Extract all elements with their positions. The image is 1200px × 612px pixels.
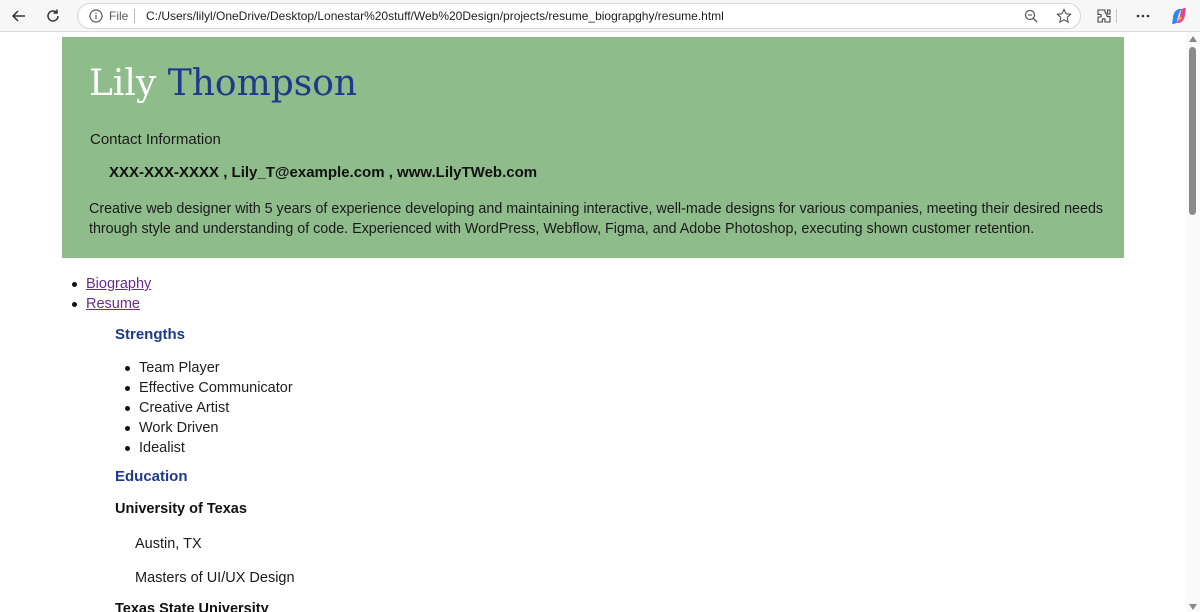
scroll-up-icon[interactable] (1189, 36, 1197, 42)
page-viewport: Lily Thompson Contact Information XXX-XX… (0, 32, 1186, 612)
last-name: Thompson (167, 63, 358, 104)
school-name: Texas State University (115, 601, 269, 612)
favorite-star-icon[interactable] (1056, 8, 1072, 29)
nav-item-biography: Biography (71, 274, 151, 294)
scroll-thumb[interactable] (1189, 47, 1196, 215)
browser-toolbar: File C:/Users/lilyl/OneDrive/Desktop/Lon… (0, 0, 1200, 32)
vertical-scrollbar[interactable] (1186, 32, 1200, 612)
list-item: Creative Artist (125, 398, 293, 418)
school-degree: Masters of UI/UX Design (135, 570, 295, 586)
toolbar-divider (1112, 4, 1122, 28)
back-icon[interactable] (6, 4, 32, 28)
page-nav: Biography Resume (71, 274, 151, 314)
more-icon[interactable] (1130, 4, 1156, 28)
school-location: Austin, TX (135, 536, 202, 552)
nav-item-resume: Resume (71, 294, 151, 314)
list-item: Team Player (125, 358, 293, 378)
resume-link[interactable]: Resume (86, 296, 140, 312)
refresh-icon[interactable] (40, 4, 66, 28)
info-icon[interactable] (89, 9, 103, 23)
page-title: Lily Thompson (89, 64, 357, 104)
url-text[interactable]: C:/Users/lilyl/OneDrive/Desktop/Lonestar… (146, 9, 724, 23)
address-divider (134, 9, 135, 23)
resume-header: Lily Thompson Contact Information XXX-XX… (62, 37, 1124, 258)
copilot-icon[interactable] (1166, 4, 1192, 28)
strengths-list: Team Player Effective Communicator Creat… (125, 358, 293, 458)
address-bar[interactable]: File C:/Users/lilyl/OneDrive/Desktop/Lon… (77, 3, 1081, 29)
school-name: University of Texas (115, 501, 247, 517)
list-item: Work Driven (125, 418, 293, 438)
list-item: Effective Communicator (125, 380, 293, 396)
contact-label: Contact Information (90, 131, 221, 148)
file-label: File (109, 9, 129, 23)
education-heading: Education (115, 468, 188, 485)
list-item: Idealist (125, 438, 293, 458)
zoom-icon[interactable] (1024, 9, 1038, 28)
contact-details: XXX-XXX-XXXX , Lily_T@example.com , www.… (109, 164, 538, 181)
first-name: Lily (89, 63, 157, 104)
scroll-down-icon[interactable] (1189, 604, 1197, 610)
summary-paragraph: Creative web designer with 5 years of ex… (89, 201, 1104, 237)
strengths-heading: Strengths (115, 326, 186, 343)
biography-link[interactable]: Biography (86, 276, 151, 292)
